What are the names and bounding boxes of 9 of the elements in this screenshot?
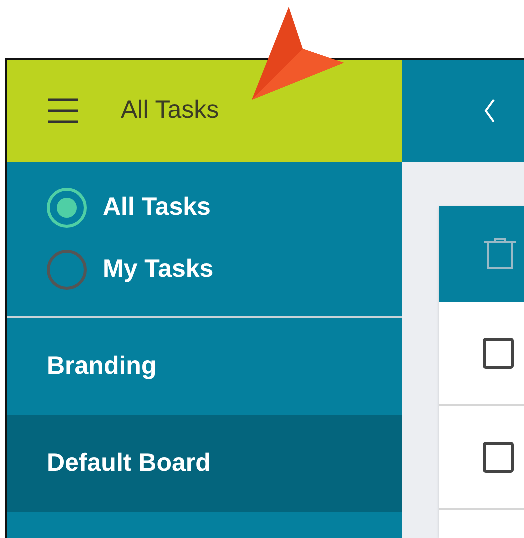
cursor-arrow-icon xyxy=(250,5,346,101)
chevron-left-icon[interactable] xyxy=(484,98,496,124)
menu-icon[interactable] xyxy=(47,98,79,124)
header-title: All Tasks xyxy=(121,95,220,126)
filter-radio[interactable]: All Tasks xyxy=(47,188,402,228)
filter-radio[interactable]: My Tasks xyxy=(47,250,402,290)
task-checkbox[interactable] xyxy=(483,442,514,472)
task-checkbox[interactable] xyxy=(483,338,514,368)
board-item[interactable]: Default Board xyxy=(7,415,402,512)
